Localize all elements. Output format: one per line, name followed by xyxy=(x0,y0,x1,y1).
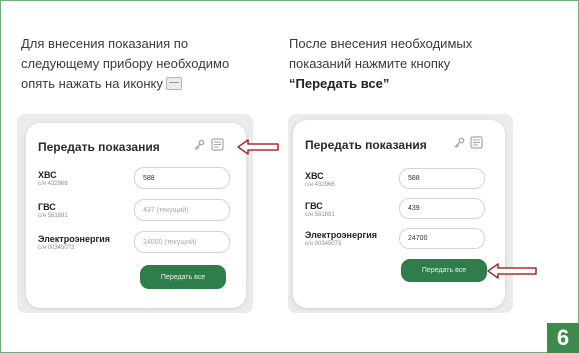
right-electro-input[interactable]: 24700 xyxy=(399,228,485,249)
left-instruction: Для внесения показания по следующему при… xyxy=(21,34,229,94)
left-instruction-line-2: следующему прибору необходимо xyxy=(21,56,230,71)
right-gvs-input[interactable]: 439 xyxy=(399,198,485,219)
right-row-xvs-name: ХВС xyxy=(305,171,324,181)
left-gvs-input[interactable]: 437 (текущий) xyxy=(134,199,230,221)
left-row-gvs-serial: с/н 581891 xyxy=(38,213,68,219)
left-row-xvs-serial: с/н 432966 xyxy=(38,181,68,187)
left-xvs-input[interactable]: 588 xyxy=(134,167,230,189)
document-icon[interactable] xyxy=(470,136,483,149)
key-icon[interactable] xyxy=(193,139,205,151)
left-card-title: Передать показания xyxy=(38,140,160,154)
right-submit-all-button[interactable]: Передать все xyxy=(401,259,487,282)
right-card-title: Передать показания xyxy=(305,138,427,152)
right-row-gvs-name: ГВС xyxy=(305,201,323,211)
right-instruction-line-3-text: “Передать все” xyxy=(289,76,390,91)
right-row-electro-name: Электроэнергия xyxy=(305,230,378,240)
left-submit-all-button[interactable]: Передать все xyxy=(140,265,226,289)
left-instruction-line-3: опять нажать на иконку xyxy=(21,74,229,94)
left-row-electro-name: Электроэнергия xyxy=(38,234,111,244)
right-xvs-input[interactable]: 588 xyxy=(399,168,485,189)
left-row-xvs-name: ХВС xyxy=(38,170,57,180)
arrow-left-icon xyxy=(237,139,279,155)
right-instruction-line-3: “Передать все” xyxy=(289,74,472,94)
right-row-electro-serial: с/н 00345073 xyxy=(305,241,342,247)
right-instruction-line-1: После внесения необходимых xyxy=(289,36,473,51)
left-row-gvs-name: ГВС xyxy=(38,202,56,212)
left-instruction-line-3-text: опять нажать на иконку xyxy=(21,76,163,91)
right-card: Передать показания ХВС с/н 432966 588 ГВ… xyxy=(293,120,505,308)
left-instruction-line-1: Для внесения показания по xyxy=(21,36,189,51)
right-instruction: После внесения необходимых показаний наж… xyxy=(289,34,472,94)
step-number-badge: 6 xyxy=(547,323,579,353)
left-electro-input[interactable]: 24000 (текущий) xyxy=(134,231,230,253)
document-icon xyxy=(165,77,182,91)
arrow-left-icon xyxy=(487,263,537,279)
key-icon[interactable] xyxy=(453,137,465,149)
right-instruction-line-2: показаний нажмите кнопку xyxy=(289,56,451,71)
left-card: Передать показания ХВС с/н 432966 588 ГВ… xyxy=(26,123,246,308)
left-row-electro-serial: с/н 00345073 xyxy=(38,245,75,251)
document-icon[interactable] xyxy=(211,138,224,151)
right-row-xvs-serial: с/н 432966 xyxy=(305,182,335,188)
right-row-gvs-serial: с/н 581891 xyxy=(305,212,335,218)
